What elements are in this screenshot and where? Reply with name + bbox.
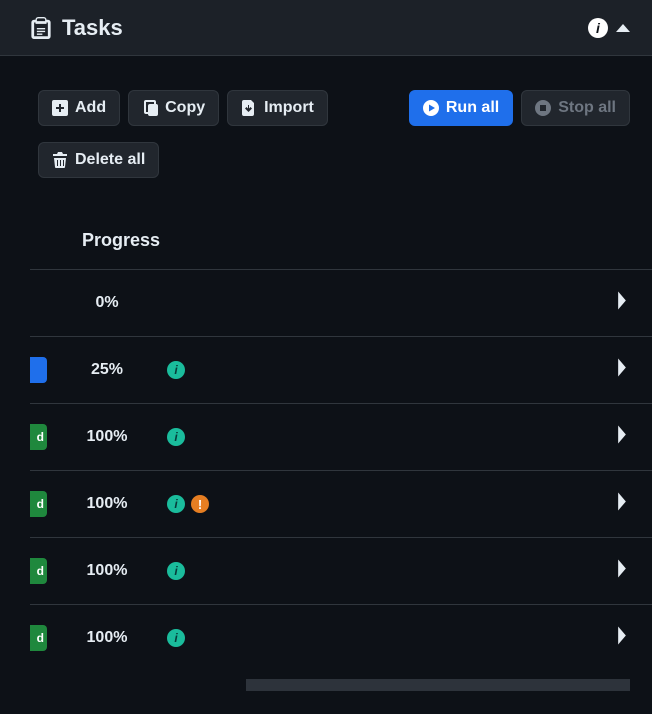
info-icon[interactable]: i <box>167 361 185 379</box>
add-button[interactable]: Add <box>38 90 120 126</box>
status-chip <box>30 290 47 316</box>
panel-title: Tasks <box>62 15 123 41</box>
play-circle-icon <box>423 100 439 116</box>
toolbar-spacer <box>336 90 401 126</box>
header-left: Tasks <box>30 15 123 41</box>
delete-all-button[interactable]: Delete all <box>38 142 159 178</box>
info-icon[interactable]: i <box>167 629 185 647</box>
stop-circle-icon <box>535 100 551 116</box>
expand-chevron-icon[interactable] <box>616 560 628 583</box>
progress-value: 100% <box>47 428 167 446</box>
progress-value: 0% <box>47 294 167 312</box>
expand-chevron-icon[interactable] <box>616 359 628 382</box>
delete-all-button-label: Delete all <box>75 151 145 169</box>
warning-icon[interactable]: ! <box>191 495 209 513</box>
info-icon[interactable]: i <box>167 495 185 513</box>
status-chip <box>30 357 47 383</box>
horizontal-scrollbar-thumb[interactable] <box>30 679 246 691</box>
import-button[interactable]: Import <box>227 90 328 126</box>
progress-value: 100% <box>47 629 167 647</box>
column-header-progress: Progress <box>30 230 652 269</box>
row-status-icons: i <box>167 361 185 379</box>
progress-value: 25% <box>47 361 167 379</box>
import-button-label: Import <box>264 99 314 117</box>
import-icon <box>241 100 257 116</box>
run-all-button-label: Run all <box>446 99 499 117</box>
table-row: d100%i <box>30 537 652 604</box>
task-table: Progress 0%25%id100%id100%i!d100%id100%i <box>0 230 652 671</box>
clipboard-icon <box>30 17 52 39</box>
table-row: d100%i! <box>30 470 652 537</box>
copy-icon <box>142 100 158 116</box>
row-status-icons: i! <box>167 495 209 513</box>
table-row: 0% <box>30 269 652 336</box>
status-chip: d <box>30 625 47 651</box>
stop-all-button[interactable]: Stop all <box>521 90 630 126</box>
collapse-caret-icon[interactable] <box>616 24 630 32</box>
table-row: d100%i <box>30 403 652 470</box>
horizontal-scrollbar[interactable] <box>30 679 630 691</box>
header-right: i <box>588 18 630 38</box>
info-icon[interactable]: i <box>167 428 185 446</box>
expand-chevron-icon[interactable] <box>616 627 628 650</box>
table-row: 25%i <box>30 336 652 403</box>
row-status-icons: i <box>167 562 185 580</box>
expand-chevron-icon[interactable] <box>616 426 628 449</box>
trash-icon <box>52 152 68 168</box>
info-icon[interactable]: i <box>167 562 185 580</box>
progress-value: 100% <box>47 562 167 580</box>
status-chip: d <box>30 424 47 450</box>
table-row: d100%i <box>30 604 652 671</box>
progress-value: 100% <box>47 495 167 513</box>
plus-square-icon <box>52 100 68 116</box>
status-chip: d <box>30 558 47 584</box>
toolbar: Add Copy Import Run all Stop all Delete … <box>0 76 652 192</box>
copy-button[interactable]: Copy <box>128 90 219 126</box>
status-chip: d <box>30 491 47 517</box>
expand-chevron-icon[interactable] <box>616 292 628 315</box>
row-status-icons: i <box>167 428 185 446</box>
run-all-button[interactable]: Run all <box>409 90 513 126</box>
stop-all-button-label: Stop all <box>558 99 616 117</box>
expand-chevron-icon[interactable] <box>616 493 628 516</box>
row-status-icons: i <box>167 629 185 647</box>
panel-body: Add Copy Import Run all Stop all Delete … <box>0 56 652 691</box>
add-button-label: Add <box>75 99 106 117</box>
info-icon[interactable]: i <box>588 18 608 38</box>
header-bar: Tasks i <box>0 0 652 56</box>
copy-button-label: Copy <box>165 99 205 117</box>
